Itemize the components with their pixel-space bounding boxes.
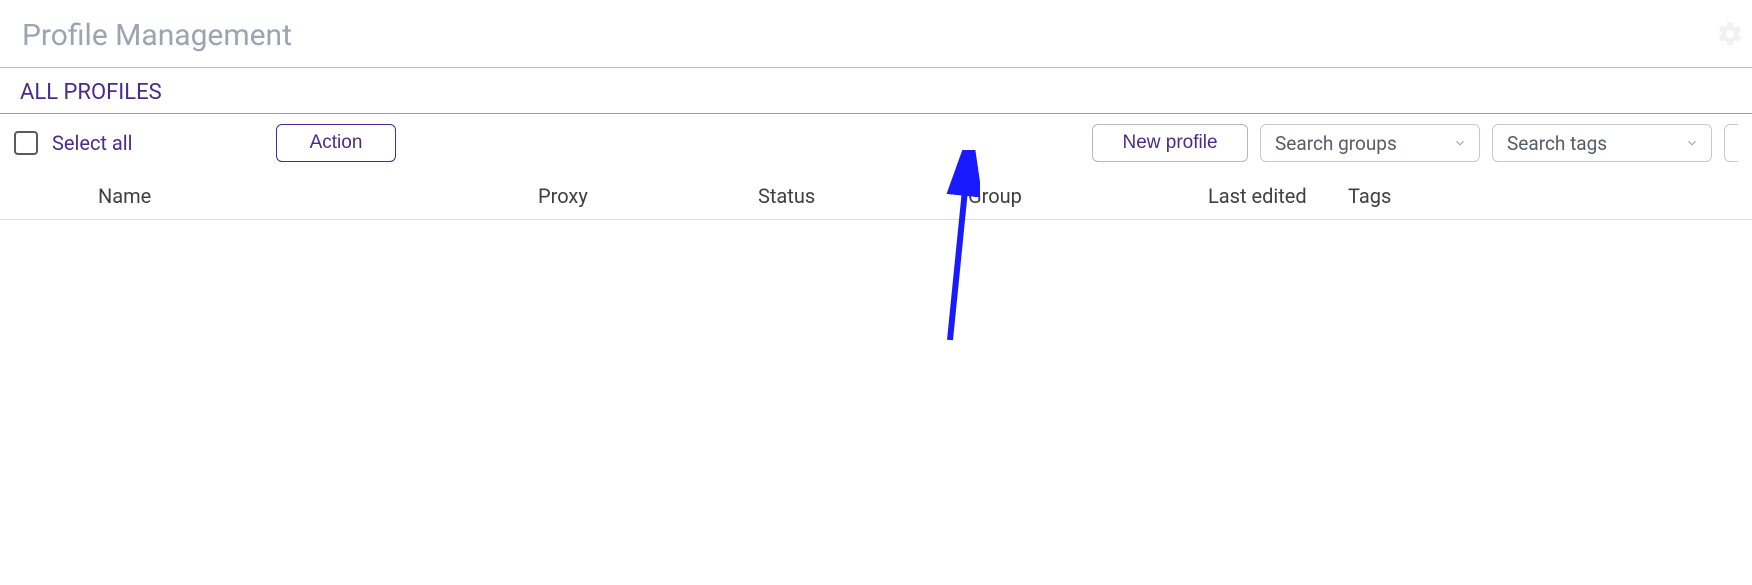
col-header-proxy: Proxy xyxy=(538,184,758,208)
action-button[interactable]: Action xyxy=(276,124,396,162)
chevron-down-icon xyxy=(1685,132,1699,155)
table-header-row: Name Proxy Status Group Last edited Tags xyxy=(0,172,1752,220)
search-tags-select[interactable]: Search tags xyxy=(1492,124,1712,162)
col-header-last-edited: Last edited xyxy=(1208,184,1348,208)
select-all-wrap: Select all xyxy=(14,131,244,155)
col-header-status: Status xyxy=(758,184,968,208)
search-tags-placeholder: Search tags xyxy=(1507,132,1607,155)
gear-icon xyxy=(1716,20,1744,48)
sub-header: ALL PROFILES xyxy=(0,68,1752,114)
select-all-checkbox[interactable] xyxy=(14,131,38,155)
chevron-down-icon xyxy=(1453,132,1467,155)
page-title: Profile Management xyxy=(0,0,1752,68)
new-profile-button[interactable]: New profile xyxy=(1092,124,1248,162)
trailing-control-stub[interactable] xyxy=(1724,124,1738,162)
select-all-label: Select all xyxy=(52,131,133,155)
col-header-group: Group xyxy=(968,184,1208,208)
search-groups-placeholder: Search groups xyxy=(1275,132,1397,155)
search-groups-select[interactable]: Search groups xyxy=(1260,124,1480,162)
col-header-tags: Tags xyxy=(1348,184,1468,208)
toolbar: Select all Action New profile Search gro… xyxy=(0,114,1752,172)
col-header-name: Name xyxy=(98,184,538,208)
